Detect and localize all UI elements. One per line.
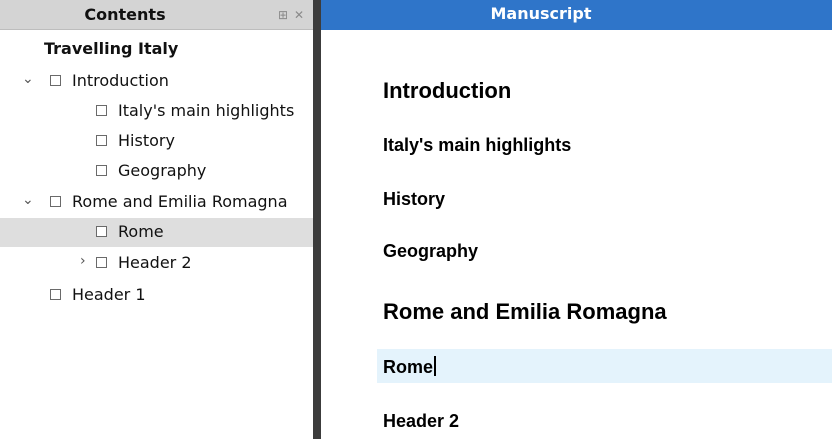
checkbox[interactable] — [96, 105, 107, 116]
manuscript-title: Manuscript — [490, 4, 592, 23]
manuscript-panel: Manuscript Introduction Italy's main hig… — [321, 0, 832, 439]
contents-title: Contents — [84, 5, 166, 24]
heading-introduction[interactable]: Introduction — [383, 78, 511, 104]
heading-rome-and-emilia-romagna[interactable]: Rome and Emilia Romagna — [383, 299, 667, 325]
close-icon[interactable]: ✕ — [292, 8, 306, 22]
checkbox[interactable] — [96, 135, 107, 146]
active-line-highlight — [377, 349, 832, 383]
pin-icon[interactable]: ⊞ — [276, 8, 290, 22]
checkbox[interactable] — [96, 165, 107, 176]
tree-item-introduction[interactable]: ⌄ Introduction — [0, 67, 313, 96]
checkbox[interactable] — [96, 226, 107, 237]
tree-item-italys-main-highlights[interactable]: Italy's main highlights — [0, 97, 313, 126]
tree-item-label: History — [118, 131, 175, 150]
checkbox[interactable] — [96, 257, 107, 268]
checkbox[interactable] — [50, 289, 61, 300]
tree-item-label: Header 2 — [118, 253, 192, 272]
heading-header-2[interactable]: Header 2 — [383, 411, 459, 432]
tree-item-rome[interactable]: Rome — [0, 218, 313, 247]
tree-root-label: Travelling Italy — [44, 39, 179, 58]
heading-rome-active[interactable]: Rome — [383, 356, 437, 378]
contents-header: Contents ⊞ ✕ — [0, 0, 313, 30]
tree-item-label: Geography — [118, 161, 207, 180]
heading-geography[interactable]: Geography — [383, 241, 478, 262]
text-cursor — [434, 356, 437, 376]
tree-item-label: Rome and Emilia Romagna — [72, 192, 288, 211]
tree-item-label: Rome — [118, 222, 164, 241]
heading-rome-text: Rome — [383, 357, 434, 377]
chevron-right-icon[interactable]: › — [80, 253, 86, 269]
heading-history[interactable]: History — [383, 189, 445, 210]
checkbox[interactable] — [50, 75, 61, 86]
checkbox[interactable] — [50, 196, 61, 207]
tree-root[interactable]: Travelling Italy — [0, 34, 313, 63]
heading-italys-main-highlights[interactable]: Italy's main highlights — [383, 135, 571, 156]
tree-item-label: Introduction — [72, 71, 169, 90]
chevron-down-icon[interactable]: ⌄ — [22, 71, 34, 87]
tree-item-label: Italy's main highlights — [118, 101, 295, 120]
tree-item-header-1[interactable]: Header 1 — [0, 281, 313, 310]
contents-panel: Contents ⊞ ✕ Travelling Italy ⌄ Introduc… — [0, 0, 313, 439]
manuscript-header: Manuscript — [321, 0, 832, 30]
pane-splitter[interactable] — [313, 0, 321, 439]
tree-item-rome-and-emilia-romagna[interactable]: ⌄ Rome and Emilia Romagna — [0, 188, 313, 217]
tree-item-history[interactable]: History — [0, 127, 313, 156]
tree-item-label: Header 1 — [72, 285, 146, 304]
chevron-down-icon[interactable]: ⌄ — [22, 192, 34, 208]
tree-item-header-2[interactable]: › Header 2 — [0, 249, 313, 278]
tree-item-geography[interactable]: Geography — [0, 157, 313, 186]
